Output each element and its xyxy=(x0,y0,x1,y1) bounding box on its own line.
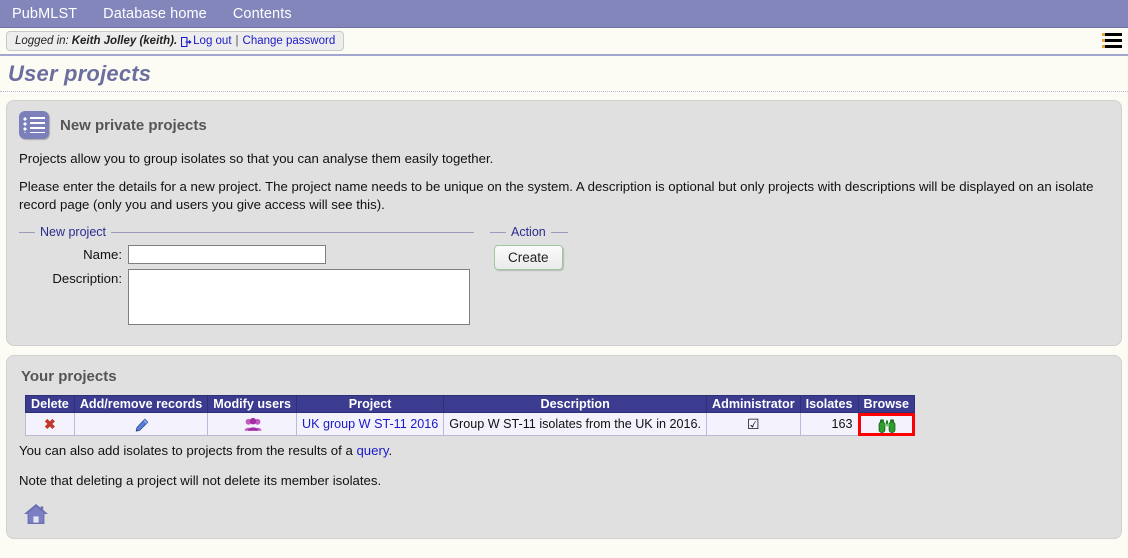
browse-highlight-box[interactable] xyxy=(857,412,916,436)
nav-contents[interactable]: Contents xyxy=(233,0,292,28)
column-header-project: Project xyxy=(295,395,445,414)
hamburger-bar xyxy=(1102,44,1122,48)
new-private-projects-panel: New private projects Projects allow you … xyxy=(6,100,1122,347)
hamburger-icon[interactable] xyxy=(1102,30,1122,50)
nav-pubmlst[interactable]: PubMLST xyxy=(12,0,77,28)
query-note-prefix: You can also add isolates to projects fr… xyxy=(19,443,357,459)
description-field-row: Description: xyxy=(23,269,470,326)
users-icon[interactable] xyxy=(244,417,262,432)
cell-add-remove-records[interactable] xyxy=(73,412,209,437)
name-field-row: Name: xyxy=(23,245,470,265)
column-header-add-remove-records: Add/remove records xyxy=(73,395,209,414)
projects-description-text: Please enter the details for a new proje… xyxy=(19,178,1094,212)
description-label: Description: xyxy=(52,271,122,287)
column-header-administrator: Administrator xyxy=(706,395,801,414)
list-icon xyxy=(19,111,49,139)
page-title: User projects xyxy=(8,61,152,86)
new-project-fieldset: New project Name: Description: xyxy=(19,225,474,333)
new-project-form: New project Name: Description: Action Cr… xyxy=(19,225,1109,333)
query-note-suffix: . xyxy=(388,443,393,459)
panel-header: New private projects xyxy=(19,111,1109,139)
cell-browse[interactable] xyxy=(857,412,916,437)
binoculars-icon[interactable] xyxy=(878,418,896,433)
loginbar-separator: | xyxy=(235,35,239,47)
logged-in-username: Keith Jolley (keith). xyxy=(71,35,178,47)
query-note: You can also add isolates to projects fr… xyxy=(19,442,1109,460)
logged-in-label: Logged in: xyxy=(15,35,69,47)
column-header-modify-users: Modify users xyxy=(207,395,297,414)
project-description-textarea[interactable] xyxy=(128,269,470,326)
checkbox-checked-icon: ☑ xyxy=(747,415,760,432)
hamburger-bar xyxy=(1102,38,1122,42)
home-icon[interactable] xyxy=(23,502,49,526)
name-label: Name: xyxy=(83,247,122,263)
column-header-delete: Delete xyxy=(25,395,75,414)
cell-project[interactable]: UK group W ST-11 2016 xyxy=(295,412,445,437)
change-password-link[interactable]: Change password xyxy=(243,35,336,47)
your-projects-heading: Your projects xyxy=(21,368,117,386)
column-header-description: Description xyxy=(443,395,708,414)
nav-database-home[interactable]: Database home xyxy=(103,0,207,28)
query-link[interactable]: query xyxy=(356,443,388,458)
cell-description: Group W ST-11 isolates from the UK in 20… xyxy=(443,412,708,437)
your-projects-panel: Your projects Delete Add/remove records … xyxy=(6,355,1122,540)
new-project-legend: New project xyxy=(40,225,106,240)
cell-delete[interactable]: ✖ xyxy=(25,412,75,437)
column-header-isolates: Isolates xyxy=(799,395,859,414)
logout-arrow-icon xyxy=(181,36,192,48)
new-private-projects-heading: New private projects xyxy=(60,116,207,134)
project-link[interactable]: UK group W ST-11 2016 xyxy=(302,417,438,431)
create-button[interactable]: Create xyxy=(494,245,563,271)
table-row: ✖ UK group W ST-11 2016 Group W ST-11 is… xyxy=(25,412,916,437)
login-bar-container: Logged in: Keith Jolley (keith). Log out… xyxy=(0,28,1128,54)
cell-modify-users[interactable] xyxy=(207,412,297,437)
login-status-bar: Logged in: Keith Jolley (keith). Log out… xyxy=(6,31,345,51)
project-name-input[interactable] xyxy=(128,245,326,265)
log-out-link[interactable]: Log out xyxy=(193,35,231,47)
pencil-icon[interactable] xyxy=(134,418,149,433)
top-navigation-bar: PubMLST Database home Contents xyxy=(0,0,1128,28)
delete-note: Note that deleting a project will not de… xyxy=(19,473,382,489)
column-header-browse: Browse xyxy=(857,395,916,414)
table-header-row: Delete Add/remove records Modify users P… xyxy=(25,395,916,414)
action-legend: Action xyxy=(511,225,546,240)
delete-cross-icon[interactable]: ✖ xyxy=(44,416,56,432)
page-title-container: User projects xyxy=(0,54,1128,92)
projects-intro-text: Projects allow you to group isolates so … xyxy=(19,151,494,166)
hamburger-bar xyxy=(1102,32,1122,36)
action-fieldset: Action Create xyxy=(490,225,568,274)
cell-administrator: ☑ xyxy=(706,412,801,437)
projects-table: Delete Add/remove records Modify users P… xyxy=(25,395,916,437)
cell-isolates: 163 xyxy=(799,412,859,437)
